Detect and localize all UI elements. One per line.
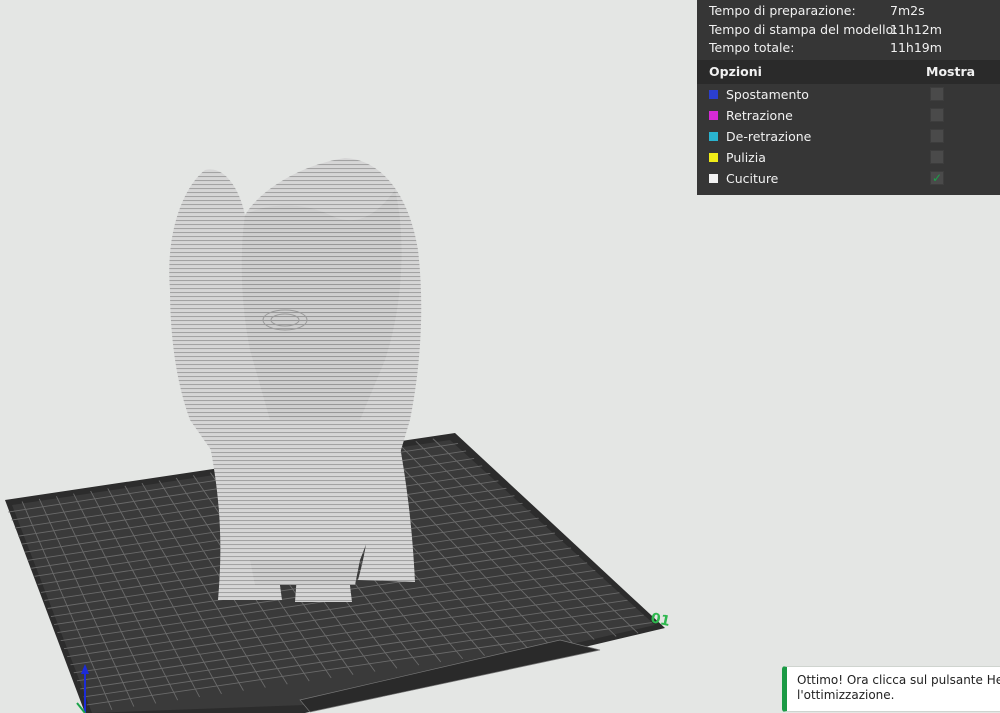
prepare-time-label: Tempo di preparazione: (709, 3, 856, 18)
option-row-seams[interactable]: Cuciture ✓ (697, 168, 1000, 189)
slice-info-panel: Tempo di preparazione: 7m2s Tempo di sta… (697, 0, 1000, 195)
option-row-wipe[interactable]: Pulizia (697, 147, 1000, 168)
deretraction-show-checkbox[interactable] (930, 129, 944, 143)
model-print-time-label: Tempo di stampa del modello: (709, 22, 898, 37)
option-label: Retrazione (726, 108, 793, 123)
retraction-color-swatch (709, 111, 718, 120)
options-header-label: Opzioni (709, 64, 762, 79)
toast-line-2: l'ottimizzazione. (797, 688, 895, 702)
option-label: Pulizia (726, 150, 766, 165)
prepare-time-value: 7m2s (890, 3, 925, 18)
option-label: De-retrazione (726, 129, 812, 144)
show-header-label: Mostra (926, 64, 976, 79)
wipe-show-checkbox[interactable] (930, 150, 944, 164)
total-time-label: Tempo totale: (709, 40, 795, 55)
wipe-color-swatch (709, 153, 718, 162)
options-header: Opzioni Mostra (697, 60, 1000, 84)
retraction-show-checkbox[interactable] (930, 108, 944, 122)
seams-show-checkbox[interactable]: ✓ (930, 171, 944, 185)
option-label: Cuciture (726, 171, 779, 186)
deretraction-color-swatch (709, 132, 718, 141)
option-row-travel[interactable]: Spostamento (697, 84, 1000, 105)
notification-toast[interactable]: Ottimo! Ora clicca sul pulsante Heli l'o… (782, 666, 1000, 712)
option-label: Spostamento (726, 87, 809, 102)
toast-line-1: Ottimo! Ora clicca sul pulsante Heli (797, 673, 1000, 687)
travel-color-swatch (709, 90, 718, 99)
model-print-time-value: 11h12m (890, 22, 942, 37)
total-time-value: 11h19m (890, 40, 942, 55)
check-icon: ✓ (931, 171, 943, 185)
option-row-deretraction[interactable]: De-retrazione (697, 126, 1000, 147)
option-row-retraction[interactable]: Retrazione (697, 105, 1000, 126)
seams-color-swatch (709, 174, 718, 183)
travel-show-checkbox[interactable] (930, 87, 944, 101)
